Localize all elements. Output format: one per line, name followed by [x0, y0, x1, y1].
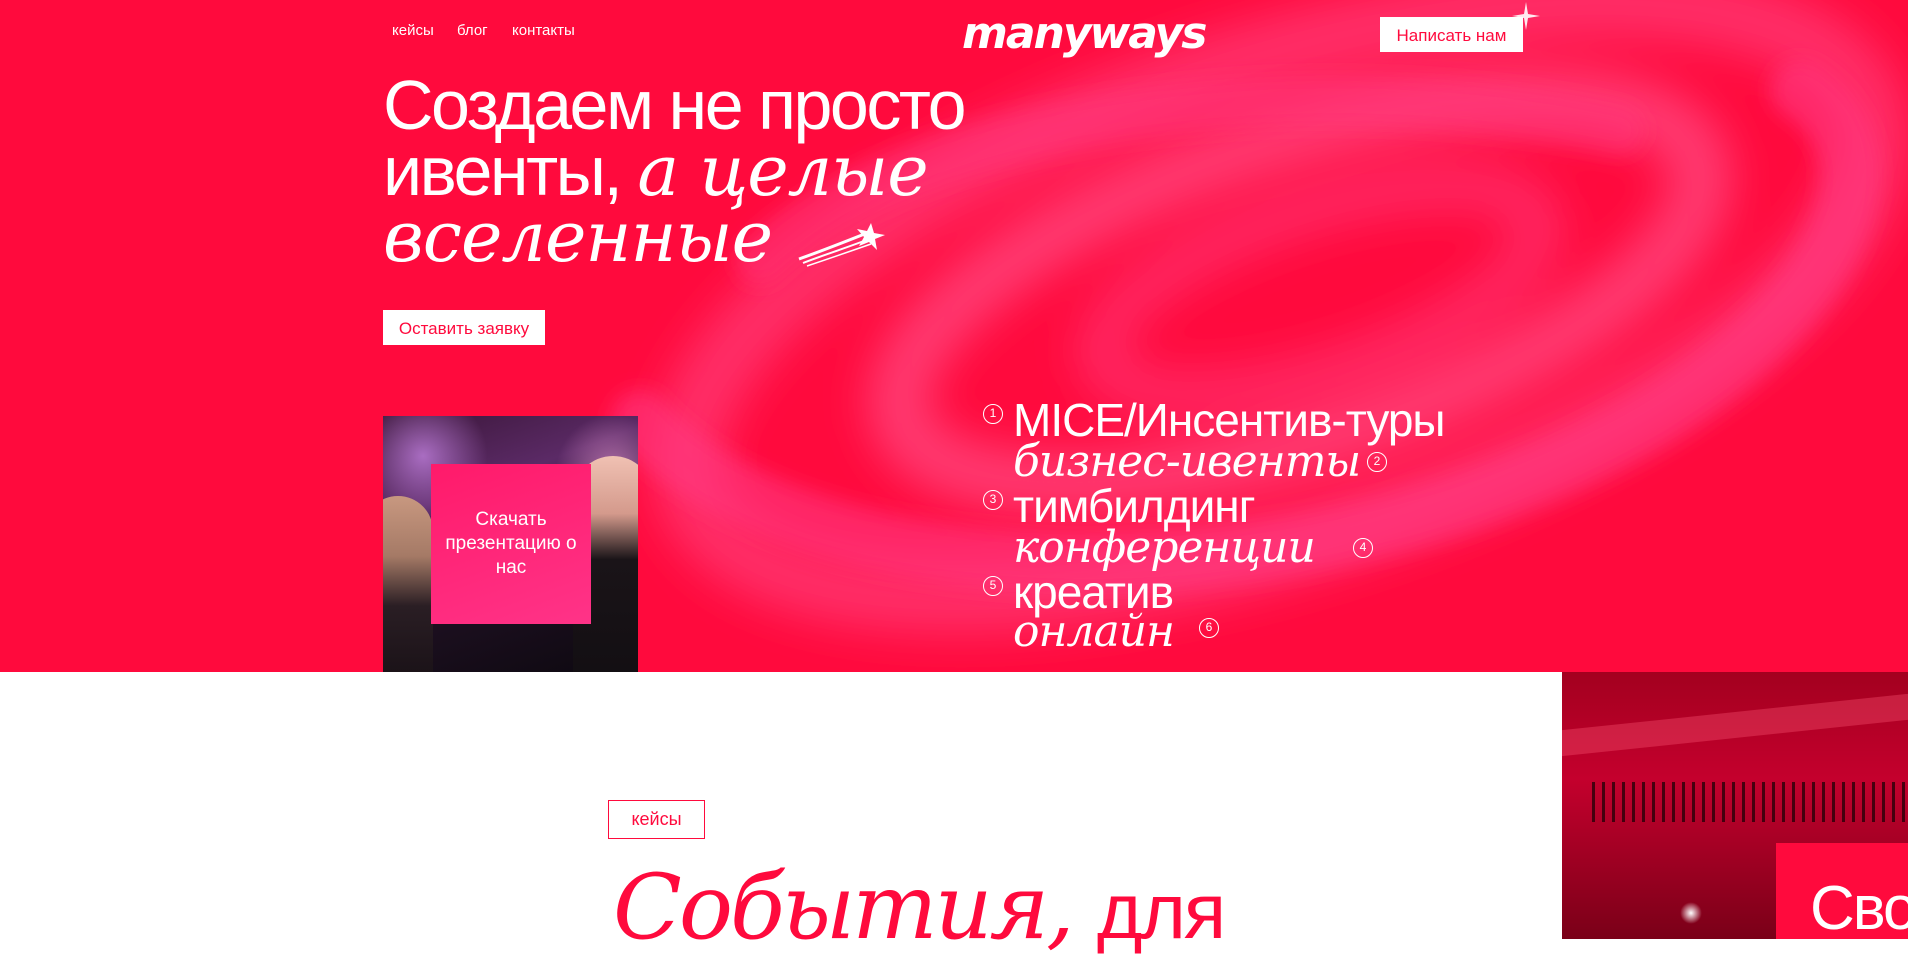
cases-section-title: События, для [613, 855, 1226, 961]
service-item-business-events[interactable]: бизнес-ивенты [1013, 438, 1361, 486]
section-title-italic: События, [613, 855, 1075, 960]
case-card[interactable]: Сво [1776, 843, 1908, 939]
number-circle-icon: 6 [1199, 618, 1219, 638]
comet-icon [798, 222, 885, 267]
hero-section: кейсы блог контакты manyways Написать на… [0, 0, 1908, 672]
number-circle-icon: 5 [983, 576, 1003, 596]
hero-headline: Создаем не просто ивенты, а целые вселен… [383, 66, 1083, 272]
service-item-conferences[interactable]: конференции [1013, 524, 1316, 572]
event-photo: Скачать презентацию о нас [383, 416, 638, 672]
write-us-button[interactable]: Написать нам [1380, 17, 1523, 52]
nav-link-contacts[interactable]: контакты [512, 22, 575, 39]
number-circle-icon: 4 [1353, 538, 1373, 558]
number-circle-icon: 1 [983, 404, 1003, 424]
number-circle-icon: 2 [1367, 452, 1387, 472]
download-presentation-button[interactable]: Скачать презентацию о нас [431, 464, 591, 624]
nav-link-cases[interactable]: кейсы [392, 22, 434, 39]
headline-italic-text-2: вселенные [383, 196, 773, 278]
logo[interactable]: manyways [962, 6, 1207, 62]
leave-request-button[interactable]: Оставить заявку [383, 310, 545, 345]
section-title-regular: для [1096, 867, 1226, 955]
nav-link-blog[interactable]: блог [457, 22, 488, 39]
cases-tag[interactable]: кейсы [608, 800, 705, 839]
service-item-online[interactable]: онлайн [1013, 608, 1175, 656]
number-circle-icon: 3 [983, 490, 1003, 510]
headline-line-1: Создаем не просто [383, 66, 967, 144]
case-card-text: Сво [1810, 874, 1908, 939]
sparkle-icon [1512, 2, 1540, 30]
